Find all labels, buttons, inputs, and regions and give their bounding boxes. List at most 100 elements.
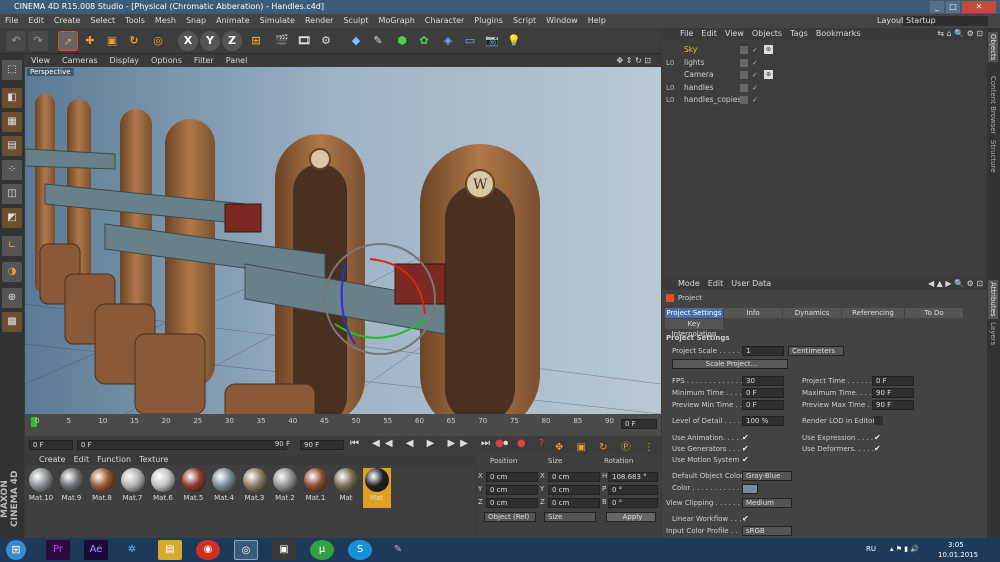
object-type-icon[interactable]: L0 (666, 94, 674, 106)
mat-menu-create[interactable]: Create (39, 455, 74, 464)
light-icon[interactable]: 💡 (504, 31, 524, 51)
edges-mode-icon[interactable]: ◫ (2, 184, 22, 204)
object-row[interactable]: L0 handles_copies ✓ (662, 94, 987, 106)
object-type-icon[interactable]: L0 (666, 82, 674, 94)
object-tag-icon[interactable]: ⊛ (764, 70, 773, 79)
obj-menu-bookmarks[interactable]: Bookmarks (816, 29, 861, 38)
mat-menu-function[interactable]: Function (97, 455, 139, 464)
redo-icon[interactable]: ↷ (28, 31, 48, 51)
project-time-field[interactable]: 0 F (872, 376, 914, 386)
material-swatch[interactable]: Mat.6 (149, 468, 177, 508)
color-swatch[interactable] (742, 484, 758, 494)
material-swatch[interactable]: Mat.4 (210, 468, 238, 508)
viewport-menu-cameras[interactable]: Cameras (56, 54, 104, 67)
viewport-menu-filter[interactable]: Filter (188, 54, 220, 67)
sidetab-content-browser[interactable]: Content Browser (988, 74, 998, 136)
obj-menu-view[interactable]: View (725, 29, 752, 38)
visibility-toggle[interactable] (740, 96, 748, 104)
rot-h-field[interactable]: 108.683 ° (608, 472, 658, 482)
move-icon[interactable]: ✚ (80, 31, 100, 51)
object-row[interactable]: L0 lights ✓ (662, 57, 987, 69)
object-row[interactable]: Sky ✓ ⊛ (662, 44, 987, 56)
viewport-menu-panel[interactable]: Panel (220, 54, 254, 67)
size-mode-select[interactable]: Size (544, 512, 596, 522)
menu-script[interactable]: Script (508, 14, 541, 28)
viewport-menu-options[interactable]: Options (145, 54, 188, 67)
preview-range-end[interactable]: 90 F (235, 440, 290, 450)
material-swatch[interactable]: Mat.2 (271, 468, 299, 508)
rot-b-field[interactable]: 0 ° (608, 498, 658, 508)
tab-key-interpolation[interactable]: Key Interpolation (665, 319, 723, 338)
tab-todo[interactable]: To Do (905, 308, 963, 318)
tray-icons[interactable]: ▴ ⚑ ▮ 🔊 (890, 544, 919, 554)
undo-icon[interactable]: ↶ (6, 31, 26, 51)
scale-icon[interactable]: ▣ (102, 31, 122, 51)
cube-icon[interactable]: ◆ (346, 31, 366, 51)
material-swatch[interactable]: Mat.7 (119, 468, 147, 508)
material-swatch[interactable]: Mat.8 (88, 468, 116, 508)
render-settings-icon[interactable]: ⚙ (316, 31, 336, 51)
menu-help[interactable]: Help (583, 14, 611, 28)
rotate-icon[interactable]: ↻ (124, 31, 144, 51)
recent-tools-icon[interactable]: ◎ (148, 31, 168, 51)
size-y-field[interactable]: 0 cm (548, 485, 600, 495)
menu-window[interactable]: Window (541, 14, 583, 28)
menu-sculpt[interactable]: Sculpt (338, 14, 373, 28)
project-scale-unit-select[interactable]: Centimeters (788, 346, 844, 356)
menu-edit[interactable]: Edit (23, 14, 49, 28)
menu-simulate[interactable]: Simulate (255, 14, 300, 28)
viewport-menu-view[interactable]: View (25, 54, 56, 67)
model-mode-icon[interactable]: ◧ (2, 88, 22, 108)
linear-workflow-checkbox[interactable]: ✔ (742, 514, 751, 523)
menu-select[interactable]: Select (85, 14, 120, 28)
menu-tools[interactable]: Tools (120, 14, 150, 28)
tab-dynamics[interactable]: Dynamics (783, 308, 841, 318)
input-color-profile-select[interactable]: sRGB (742, 526, 792, 536)
visibility-toggle[interactable] (740, 58, 748, 67)
object-name[interactable]: Sky (684, 44, 697, 56)
tab-info[interactable]: Info (724, 308, 782, 318)
default-color-select[interactable]: Gray-Blue (742, 471, 792, 481)
deformer-icon[interactable]: ◈ (438, 31, 458, 51)
pos-x-field[interactable]: 0 cm (486, 472, 538, 482)
mat-menu-texture[interactable]: Texture (139, 455, 168, 464)
max-time-field[interactable]: 90 F (300, 440, 344, 450)
use-generators-checkbox[interactable]: ✔ (742, 444, 751, 453)
material-swatch[interactable]: Mat.1 (302, 468, 330, 508)
record-key-buttons[interactable]: ● ● ? (495, 438, 549, 449)
attr-menu-userdata[interactable]: User Data (731, 279, 771, 288)
axis-y-button[interactable]: Y (200, 31, 220, 51)
render-picture-viewer-icon[interactable]: 🎞 (294, 31, 314, 51)
project-scale-field[interactable]: 1 (742, 346, 784, 356)
menu-animate[interactable]: Animate (211, 14, 255, 28)
menu-file[interactable]: File (0, 14, 23, 28)
rot-p-field[interactable]: 0 ° (608, 485, 658, 495)
current-frame-field[interactable]: 0 F (621, 419, 657, 429)
polygons-mode-icon[interactable]: ◩ (2, 208, 22, 228)
axis-z-button[interactable]: Z (222, 31, 242, 51)
mat-menu-edit[interactable]: Edit (74, 455, 98, 464)
use-deformers-checkbox[interactable]: ✔ (874, 444, 883, 453)
attr-menu-mode[interactable]: Mode (678, 279, 708, 288)
app-taskbar-icon[interactable]: ▣ (272, 540, 296, 560)
object-row[interactable]: Camera ✓ ⊛ (662, 69, 987, 81)
cinema4d-taskbar-icon[interactable]: ◎ (234, 540, 258, 560)
magnet-icon[interactable]: ◑ (2, 262, 22, 282)
axis-x-button[interactable]: X (178, 31, 198, 51)
live-selection-icon[interactable]: ➚ (58, 31, 78, 51)
menu-render[interactable]: Render (300, 14, 338, 28)
obj-nav-icons[interactable]: ⇆ ⌂ 🔍 ⚙ ⊡ (937, 28, 983, 40)
material-swatch[interactable]: Mat (332, 468, 360, 508)
visibility-toggle[interactable] (740, 46, 748, 54)
object-name[interactable]: handles (684, 82, 713, 94)
min-time-attr-field[interactable]: 0 F (742, 388, 784, 398)
viewport-nav-icons[interactable]: ✥ ⇕ ↻ ⊡ (611, 54, 657, 67)
menu-character[interactable]: Character (420, 14, 470, 28)
viewport-menu-display[interactable]: Display (104, 54, 146, 67)
scale-project-button[interactable]: Scale Project... (672, 359, 788, 369)
workplane-mode-icon[interactable]: ▤ (2, 136, 22, 156)
object-type-icon[interactable]: L0 (666, 57, 674, 69)
use-animation-checkbox[interactable]: ✔ (742, 433, 751, 442)
floor-icon[interactable]: ▭ (460, 31, 480, 51)
minimize-button[interactable]: _ (930, 1, 944, 13)
